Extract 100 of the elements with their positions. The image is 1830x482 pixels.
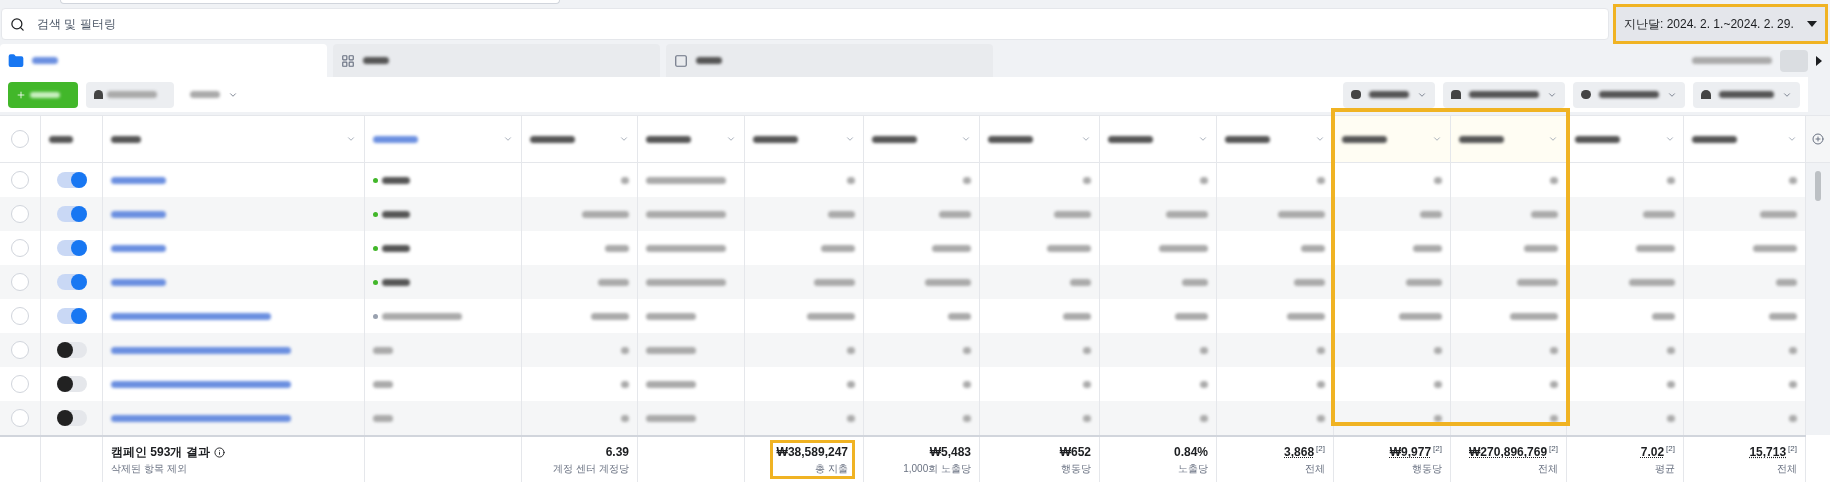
toggle-switch[interactable] xyxy=(56,206,87,222)
toggle-switch[interactable] xyxy=(56,376,87,392)
column-header[interactable] xyxy=(1451,116,1567,162)
blurred-text xyxy=(646,414,696,422)
blurred-text xyxy=(963,380,971,388)
sort-icon[interactable] xyxy=(726,134,736,144)
footnote-mark: [2] xyxy=(1549,443,1558,455)
blurred-text xyxy=(847,414,855,422)
sort-icon[interactable] xyxy=(1787,134,1797,144)
next-icon[interactable] xyxy=(1816,55,1822,66)
sort-icon[interactable] xyxy=(1548,134,1558,144)
toggle-switch[interactable] xyxy=(56,240,87,256)
blurred-text xyxy=(1599,91,1659,99)
blurred-text xyxy=(1063,312,1091,320)
blurred-text xyxy=(49,135,73,143)
info-icon[interactable] xyxy=(213,446,225,458)
blurred-text xyxy=(1719,91,1774,99)
footnote-mark: [2] xyxy=(1316,443,1325,455)
date-range-button[interactable]: 지난달: 2024. 2. 1.~2024. 2. 29. xyxy=(1613,4,1828,45)
toggle-switch[interactable] xyxy=(56,308,87,324)
blurred-text xyxy=(111,135,141,143)
search-bar[interactable]: 검색 및 필터링 xyxy=(1,8,1609,41)
caret-icon xyxy=(1807,21,1817,28)
toggle-switch[interactable] xyxy=(56,410,87,426)
blurred-text xyxy=(190,91,220,99)
add-column-icon[interactable] xyxy=(1812,133,1824,145)
blurred-text xyxy=(1524,244,1558,252)
checkbox[interactable] xyxy=(11,171,29,189)
tab[interactable] xyxy=(666,44,993,78)
tab[interactable] xyxy=(333,44,660,78)
blurred-text xyxy=(1083,414,1091,422)
blurred-text xyxy=(963,176,971,184)
toggle-switch[interactable] xyxy=(56,172,87,188)
total-caption: 행동당 xyxy=(1061,462,1091,476)
sort-icon[interactable] xyxy=(845,134,855,144)
checkbox[interactable] xyxy=(11,130,29,148)
toggle-switch[interactable] xyxy=(56,342,87,358)
toolbar-button[interactable] xyxy=(1693,81,1800,108)
blurred-text xyxy=(1369,91,1409,99)
column-header[interactable] xyxy=(1334,116,1451,162)
blurred-text xyxy=(1517,278,1558,286)
blurred-text xyxy=(1159,244,1208,252)
blurred-text xyxy=(382,278,410,286)
blurred-text xyxy=(111,244,166,252)
blurred-text xyxy=(1278,210,1325,218)
total-caption: 전체 xyxy=(1777,462,1797,476)
scrollbar-thumb[interactable] xyxy=(1815,171,1821,201)
blurred-text xyxy=(621,176,629,184)
checkbox[interactable] xyxy=(11,341,29,359)
blurred-text xyxy=(1287,312,1325,320)
blurred-text xyxy=(621,346,629,354)
sort-icon[interactable] xyxy=(1315,134,1325,144)
toolbar-button[interactable] xyxy=(1573,81,1685,108)
checkbox[interactable] xyxy=(11,273,29,291)
search-icon xyxy=(10,16,25,32)
sort-icon[interactable] xyxy=(346,134,356,144)
toolbar-button[interactable] xyxy=(1343,81,1435,108)
blurred-text xyxy=(925,278,971,286)
total-caption: 행동당 xyxy=(1412,462,1442,476)
blurred-text xyxy=(1776,278,1797,286)
sort-icon[interactable] xyxy=(619,134,629,144)
sort-icon[interactable] xyxy=(961,134,971,144)
blurred-text xyxy=(1083,380,1091,388)
blurred-text xyxy=(107,91,157,99)
blurred-text xyxy=(605,244,629,252)
blurred-text xyxy=(363,57,389,65)
toggle-switch[interactable] xyxy=(56,274,87,290)
sort-icon[interactable] xyxy=(1081,134,1091,144)
sort-icon[interactable] xyxy=(1432,134,1442,144)
blurred-text xyxy=(598,278,629,286)
toolbar-button[interactable] xyxy=(86,81,174,108)
checkbox[interactable] xyxy=(11,409,29,427)
blurred-text xyxy=(1434,346,1442,354)
blurred-text xyxy=(696,57,722,65)
square-icon xyxy=(674,53,688,68)
blurred-text xyxy=(111,176,166,184)
search-field[interactable]: 검색 및 필터링 xyxy=(37,15,1600,34)
blurred-text xyxy=(1434,176,1442,184)
blurred-text xyxy=(1434,414,1442,422)
checkbox[interactable] xyxy=(11,239,29,257)
blurred-text xyxy=(1459,135,1504,143)
blurred-text xyxy=(373,346,393,354)
blurred-text xyxy=(814,278,855,286)
blurred-text xyxy=(373,380,393,388)
blurred-text xyxy=(1550,414,1558,422)
sort-icon[interactable] xyxy=(503,134,513,144)
blurred-text xyxy=(1166,210,1208,218)
blurred-text xyxy=(382,244,410,252)
sort-icon[interactable] xyxy=(1198,134,1208,144)
blurred-text xyxy=(1420,210,1442,218)
create-button[interactable] xyxy=(8,81,78,108)
toolbar-button[interactable] xyxy=(1443,81,1565,108)
blurred-text xyxy=(1789,380,1797,388)
checkbox[interactable] xyxy=(11,307,29,325)
checkbox[interactable] xyxy=(11,205,29,223)
blurred-text xyxy=(1575,135,1620,143)
blurred-text xyxy=(1200,380,1208,388)
sort-icon[interactable] xyxy=(1665,134,1675,144)
checkbox[interactable] xyxy=(11,375,29,393)
blurred-text xyxy=(1342,135,1387,143)
